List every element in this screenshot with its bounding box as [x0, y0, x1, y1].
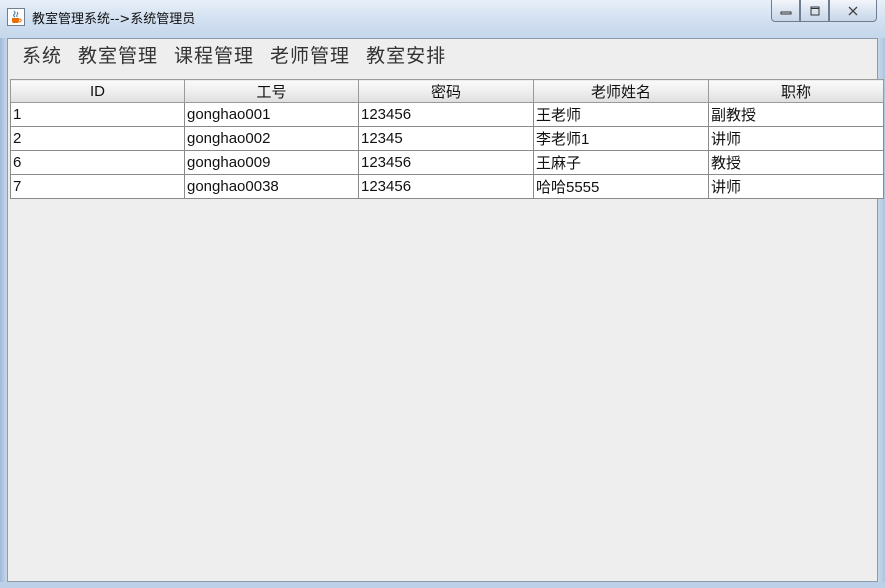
maximize-button[interactable]	[800, 0, 829, 22]
menu-item-teacher-management[interactable]: 老师管理	[262, 39, 358, 74]
column-header-teacher-name[interactable]: 老师姓名	[533, 79, 709, 103]
table-cell[interactable]: 哈哈5555	[533, 174, 709, 199]
table-cell[interactable]: 副教授	[708, 102, 884, 127]
table-row[interactable]: 2 gonghao002 12345 李老师1 讲师	[10, 126, 884, 151]
window-border-left	[0, 38, 7, 588]
window-controls	[771, 0, 877, 24]
table-cell[interactable]: gonghao002	[184, 126, 359, 151]
table-cell[interactable]: 王麻子	[533, 150, 709, 175]
table-cell[interactable]: gonghao0038	[184, 174, 359, 199]
menu-item-course-management[interactable]: 课程管理	[166, 39, 262, 74]
minimize-button[interactable]	[771, 0, 800, 22]
table-header-row: ID 工号 密码 老师姓名 职称	[10, 79, 884, 103]
minimize-icon	[780, 11, 791, 14]
column-header-password[interactable]: 密码	[358, 79, 534, 103]
table-cell[interactable]: 7	[10, 174, 185, 199]
java-cup-icon	[7, 8, 25, 26]
table-cell[interactable]: gonghao001	[184, 102, 359, 127]
teacher-table: ID 工号 密码 老师姓名 职称 1 gonghao001 123456 王老师…	[10, 79, 884, 199]
table-cell[interactable]: 123456	[358, 174, 534, 199]
menu-item-system[interactable]: 系统	[14, 39, 70, 74]
close-button[interactable]	[829, 0, 877, 22]
table-cell[interactable]: 123456	[358, 102, 534, 127]
window-border-bottom	[0, 582, 885, 588]
table-cell[interactable]: 12345	[358, 126, 534, 151]
client-area: 系统 教室管理 课程管理 老师管理 教室安排 ID 工号 密码 老师姓名 职称 …	[7, 38, 884, 582]
table-cell[interactable]: 教授	[708, 150, 884, 175]
column-header-staff-number[interactable]: 工号	[184, 79, 359, 103]
column-header-id[interactable]: ID	[10, 79, 185, 103]
table-row[interactable]: 1 gonghao001 123456 王老师 副教授	[10, 102, 884, 127]
table-cell[interactable]: 1	[10, 102, 185, 127]
close-icon	[848, 6, 858, 15]
maximize-icon	[810, 6, 819, 15]
column-header-title[interactable]: 职称	[708, 79, 884, 103]
table-cell[interactable]: 123456	[358, 150, 534, 175]
menu-bar: 系统 教室管理 课程管理 老师管理 教室安排	[8, 39, 877, 74]
table-cell[interactable]: 讲师	[708, 126, 884, 151]
window-title: 教室管理系统-->系统管理员	[32, 12, 196, 27]
table-cell[interactable]: 李老师1	[533, 126, 709, 151]
table-row[interactable]: 7 gonghao0038 123456 哈哈5555 讲师	[10, 174, 884, 199]
teacher-table-container: ID 工号 密码 老师姓名 职称 1 gonghao001 123456 王老师…	[10, 79, 885, 239]
title-bar[interactable]: 教室管理系统-->系统管理员	[0, 0, 885, 38]
table-cell[interactable]: 2	[10, 126, 185, 151]
table-cell[interactable]: 王老师	[533, 102, 709, 127]
menu-item-classroom-arrangement[interactable]: 教室安排	[358, 39, 454, 74]
table-cell[interactable]: gonghao009	[184, 150, 359, 175]
table-row[interactable]: 6 gonghao009 123456 王麻子 教授	[10, 150, 884, 175]
table-cell[interactable]: 讲师	[708, 174, 884, 199]
menu-item-classroom-management[interactable]: 教室管理	[70, 39, 166, 74]
table-cell[interactable]: 6	[10, 150, 185, 175]
